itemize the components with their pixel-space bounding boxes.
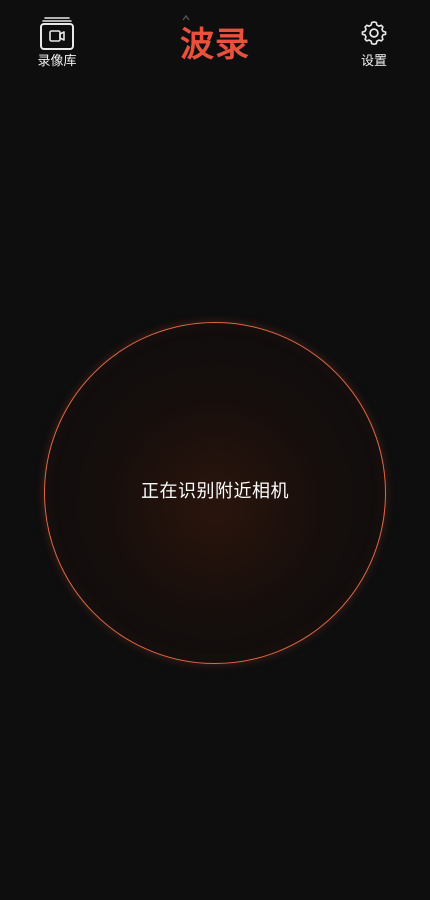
settings-button[interactable]: 设置 — [354, 18, 394, 74]
app-header: 录像库 波录 设置 — [0, 0, 430, 90]
title-accent-mark — [182, 14, 190, 21]
settings-label: 设置 — [360, 54, 387, 69]
scanning-status-text: 正在识别附近相机 — [141, 481, 289, 502]
gear-icon — [361, 21, 387, 45]
camera-scanner: 正在识别附近相机 — [34, 312, 396, 674]
